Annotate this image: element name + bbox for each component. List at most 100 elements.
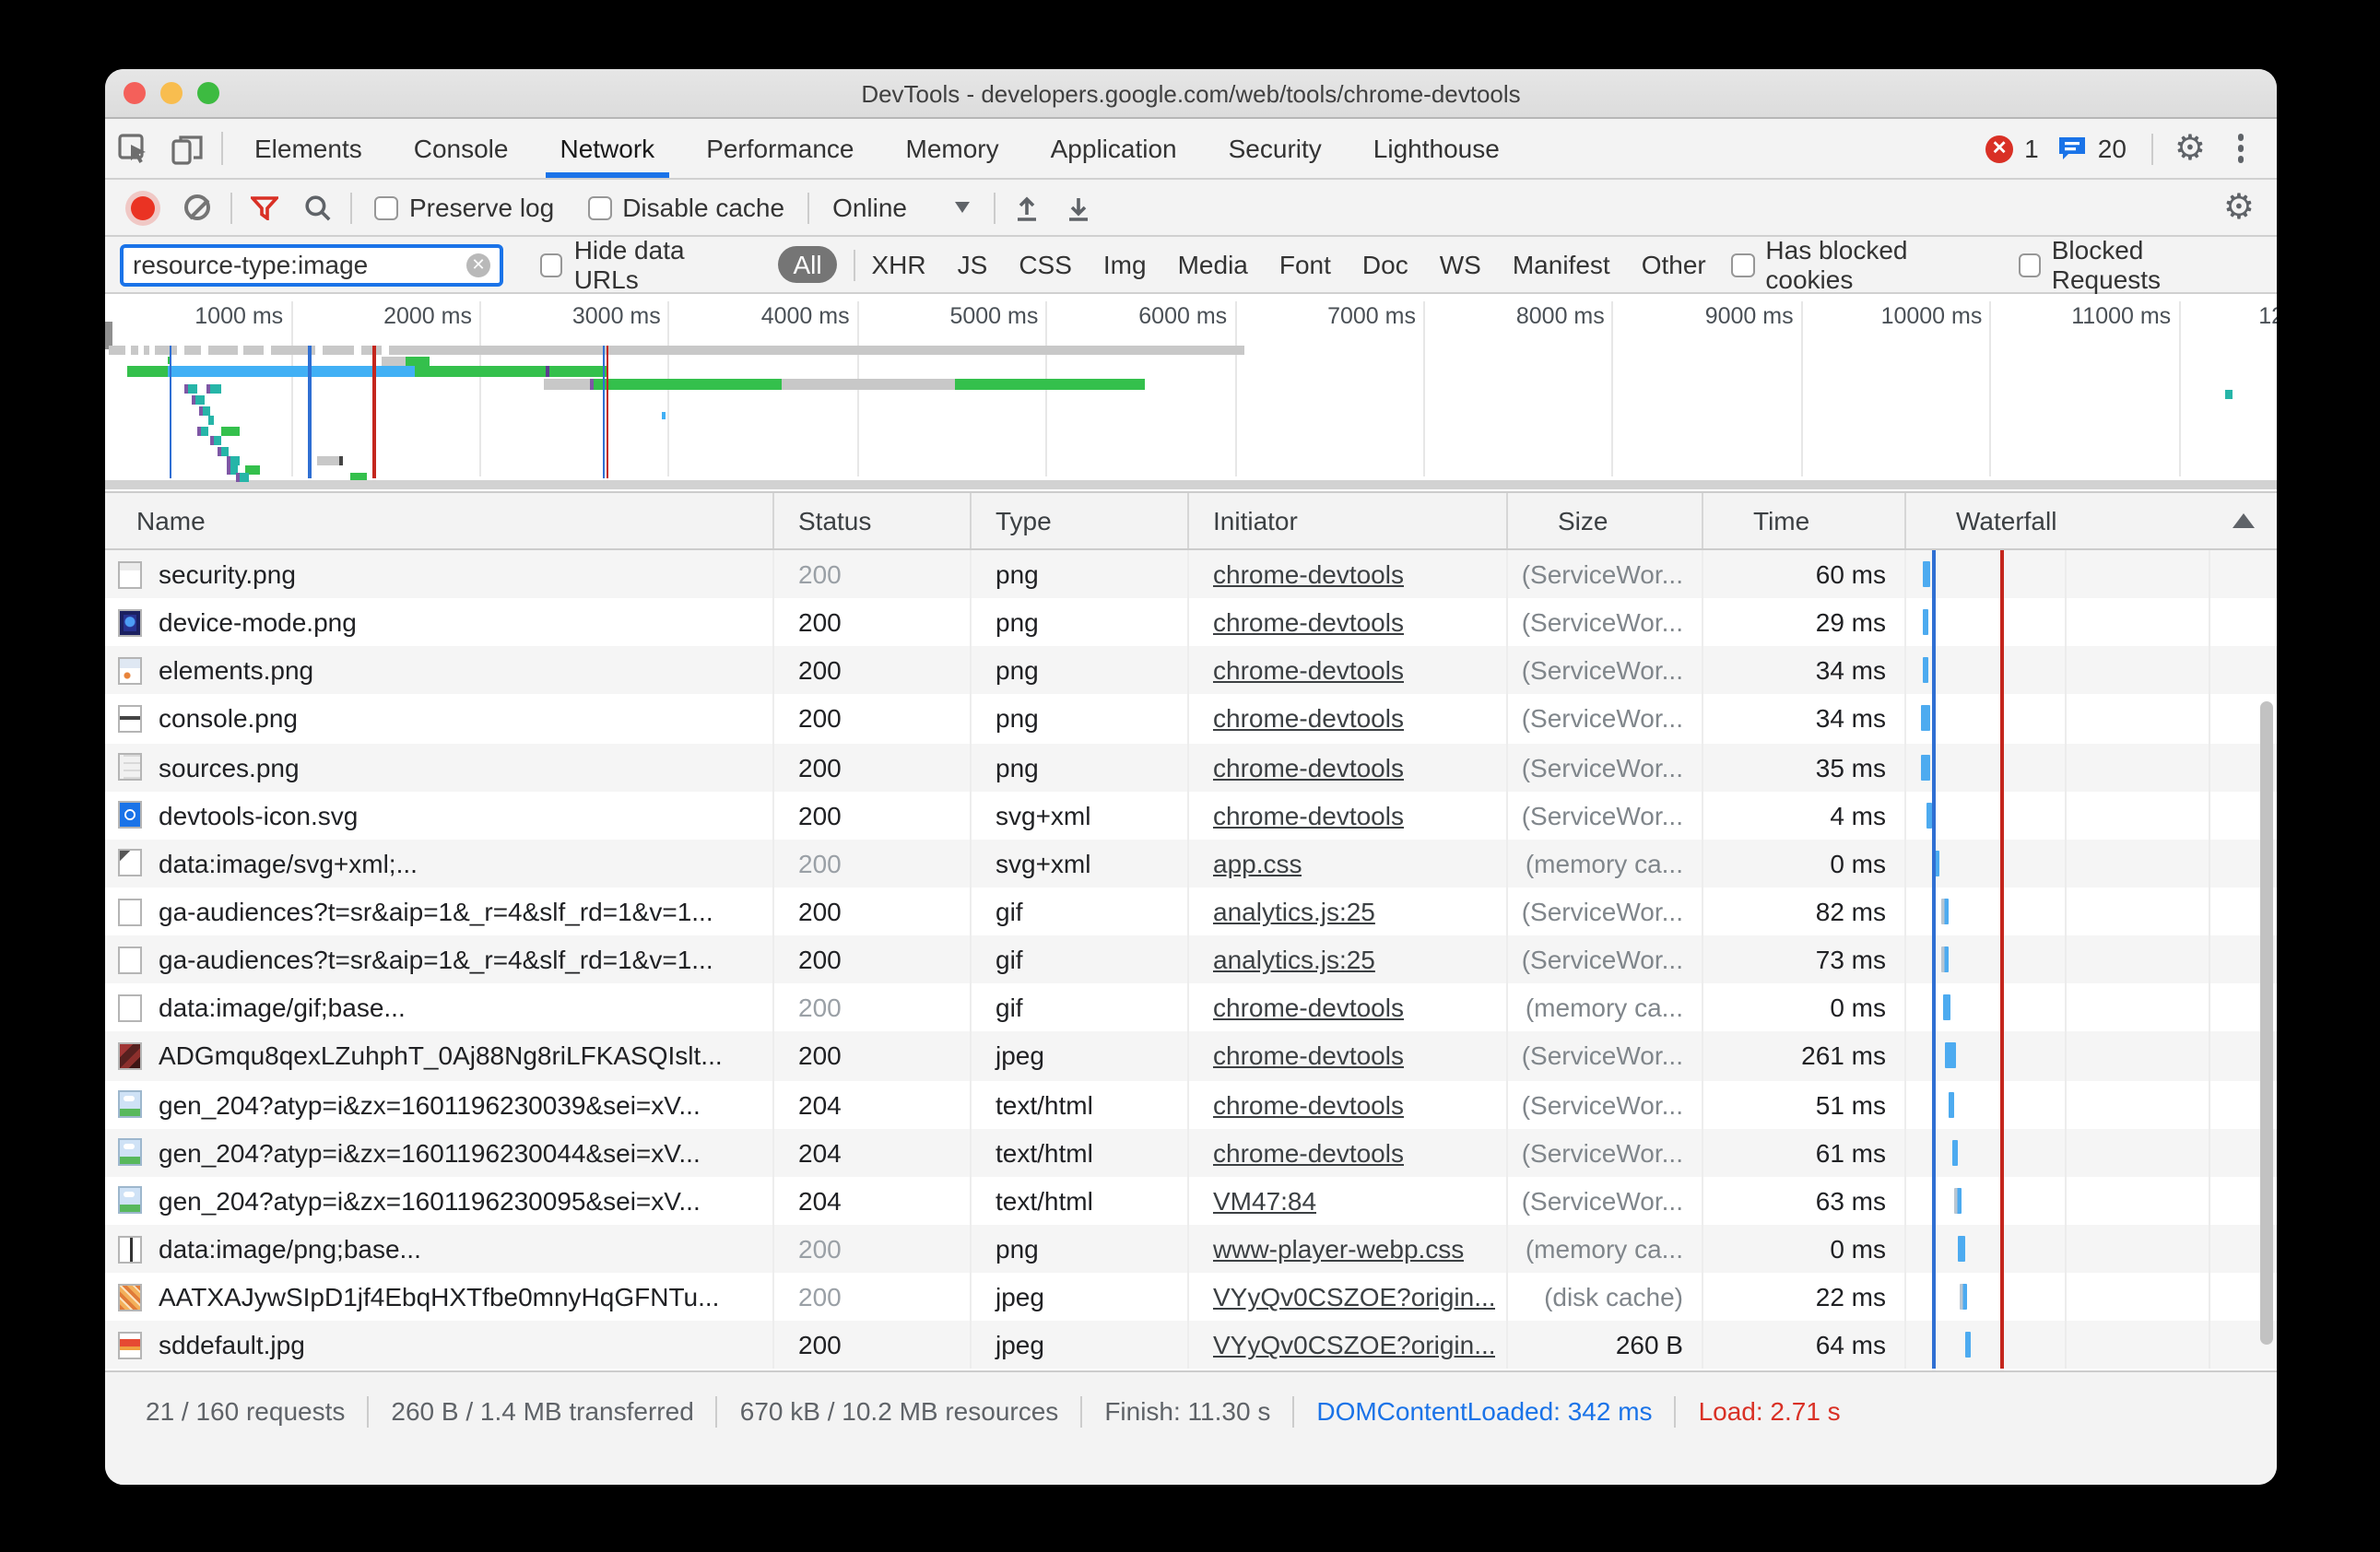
initiator-link[interactable]: analytics.js:25 [1213, 945, 1375, 974]
clear-network-log-icon[interactable] [184, 194, 210, 220]
request-name-cell[interactable]: gen_204?atyp=i&zx=1601196230095&sei=xV..… [105, 1177, 774, 1225]
request-waterfall-cell[interactable] [1906, 1273, 2277, 1321]
filter-chip-css[interactable]: CSS [1019, 250, 1072, 279]
filter-chip-doc[interactable]: Doc [1362, 250, 1408, 279]
device-toolbar-icon[interactable] [160, 119, 216, 178]
hide-data-urls-checkbox[interactable]: Hide data URLs [525, 235, 760, 294]
filter-chip-media[interactable]: Media [1178, 250, 1248, 279]
issues-count[interactable]: 20 [2098, 134, 2127, 163]
initiator-link[interactable]: chrome-devtools [1213, 1138, 1404, 1168]
initiator-link[interactable]: VYyQv0CSZOE?origin... [1213, 1282, 1496, 1311]
request-waterfall-cell[interactable] [1906, 984, 2277, 1032]
initiator-link[interactable]: chrome-devtools [1213, 1089, 1404, 1119]
request-name-cell[interactable]: security.png [105, 550, 774, 598]
request-row[interactable]: ADGmqu8qexLZuhphT_0Aj88Ng8riLFKASQIslt..… [105, 1032, 2277, 1080]
initiator-link[interactable]: www-player-webp.css [1213, 1234, 1464, 1264]
network-overview-timeline[interactable]: 1000 ms2000 ms3000 ms4000 ms5000 ms6000 … [105, 294, 2277, 493]
request-name-cell[interactable]: sources.png [105, 743, 774, 791]
request-name-cell[interactable]: data:image/gif;base... [105, 984, 774, 1032]
request-row[interactable]: console.png 200 png chrome-devtools (Ser… [105, 695, 2277, 743]
request-name-cell[interactable]: console.png [105, 695, 774, 743]
filter-chip-js[interactable]: JS [958, 250, 988, 279]
tab-application[interactable]: Application [1025, 119, 1203, 178]
filter-chip-img[interactable]: Img [1103, 250, 1147, 279]
request-name-cell[interactable]: ADGmqu8qexLZuhphT_0Aj88Ng8riLFKASQIslt..… [105, 1032, 774, 1080]
request-name-cell[interactable]: devtools-icon.svg [105, 791, 774, 839]
request-row[interactable]: data:image/png;base... 200 png www-playe… [105, 1225, 2277, 1273]
initiator-link[interactable]: VM47:84 [1213, 1186, 1316, 1216]
initiator-link[interactable]: chrome-devtools [1213, 607, 1404, 637]
column-header-status[interactable]: Status [774, 493, 972, 548]
filter-icon[interactable] [238, 195, 291, 219]
initiator-link[interactable]: chrome-devtools [1213, 559, 1404, 589]
vertical-scrollbar[interactable] [2260, 701, 2273, 1345]
more-options-icon[interactable] [2219, 135, 2262, 163]
error-badge-icon[interactable]: ✕ [1985, 135, 2013, 162]
request-waterfall-cell[interactable] [1906, 743, 2277, 791]
filter-chip-xhr[interactable]: XHR [872, 250, 926, 279]
has-blocked-cookies-checkbox[interactable]: Has blocked cookies [1717, 235, 2003, 294]
request-row[interactable]: devtools-icon.svg 200 svg+xml chrome-dev… [105, 791, 2277, 839]
request-name-cell[interactable]: gen_204?atyp=i&zx=1601196230039&sei=xV..… [105, 1080, 774, 1128]
column-header-initiator[interactable]: Initiator [1189, 493, 1508, 548]
initiator-link[interactable]: app.css [1213, 849, 1302, 878]
tab-elements[interactable]: Elements [229, 119, 388, 178]
checkbox[interactable] [1732, 253, 1755, 276]
request-row[interactable]: elements.png 200 png chrome-devtools (Se… [105, 647, 2277, 695]
filter-chip-other[interactable]: Other [1642, 250, 1706, 279]
initiator-link[interactable]: chrome-devtools [1213, 704, 1404, 734]
request-row[interactable]: security.png 200 png chrome-devtools (Se… [105, 550, 2277, 598]
export-har-icon[interactable] [1053, 194, 1104, 221]
disable-cache-checkbox[interactable]: Disable cache [571, 193, 801, 222]
request-waterfall-cell[interactable] [1906, 935, 2277, 983]
initiator-link[interactable]: chrome-devtools [1213, 656, 1404, 686]
filter-chip-manifest[interactable]: Manifest [1513, 250, 1610, 279]
request-row[interactable]: gen_204?atyp=i&zx=1601196230039&sei=xV..… [105, 1080, 2277, 1128]
request-waterfall-cell[interactable] [1906, 695, 2277, 743]
request-waterfall-cell[interactable] [1906, 1225, 2277, 1273]
tab-performance[interactable]: Performance [680, 119, 879, 178]
checkbox[interactable] [2018, 253, 2041, 276]
checkbox[interactable] [374, 195, 398, 219]
column-header-time[interactable]: Time [1703, 493, 1906, 548]
request-row[interactable]: device-mode.png 200 png chrome-devtools … [105, 598, 2277, 646]
request-name-cell[interactable]: data:image/svg+xml;... [105, 840, 774, 888]
filter-input[interactable] [133, 250, 466, 279]
request-waterfall-cell[interactable] [1906, 1128, 2277, 1176]
tab-lighthouse[interactable]: Lighthouse [1348, 119, 1526, 178]
column-header-size[interactable]: Size [1508, 493, 1703, 548]
settings-gear-icon[interactable]: ⚙ [2162, 131, 2219, 166]
request-row[interactable]: ga-audiences?t=sr&aip=1&_r=4&slf_rd=1&v=… [105, 888, 2277, 935]
tab-memory[interactable]: Memory [880, 119, 1025, 178]
request-row[interactable]: sddefault.jpg 200 jpeg VYyQv0CSZOE?origi… [105, 1322, 2277, 1370]
preserve-log-checkbox[interactable]: Preserve log [358, 193, 571, 222]
import-har-icon[interactable] [1001, 194, 1053, 221]
blocked-requests-checkbox[interactable]: Blocked Requests [2003, 235, 2262, 294]
record-network-log-button[interactable] [131, 195, 155, 219]
request-name-cell[interactable]: elements.png [105, 647, 774, 695]
issues-icon[interactable] [2057, 135, 2087, 161]
request-name-cell[interactable]: data:image/png;base... [105, 1225, 774, 1273]
checkbox[interactable] [587, 195, 611, 219]
error-count[interactable]: 1 [2024, 134, 2039, 163]
request-waterfall-cell[interactable] [1906, 840, 2277, 888]
checkbox[interactable] [540, 253, 563, 276]
request-waterfall-cell[interactable] [1906, 1032, 2277, 1080]
request-row[interactable]: ga-audiences?t=sr&aip=1&_r=4&slf_rd=1&v=… [105, 935, 2277, 983]
tab-network[interactable]: Network [534, 119, 680, 178]
column-header-type[interactable]: Type [972, 493, 1189, 548]
initiator-link[interactable]: chrome-devtools [1213, 994, 1404, 1023]
request-row[interactable]: gen_204?atyp=i&zx=1601196230095&sei=xV..… [105, 1177, 2277, 1225]
request-waterfall-cell[interactable] [1906, 550, 2277, 598]
initiator-link[interactable]: chrome-devtools [1213, 752, 1404, 782]
throttling-select[interactable]: Online [814, 193, 988, 222]
request-row[interactable]: sources.png 200 png chrome-devtools (Ser… [105, 743, 2277, 791]
column-header-name[interactable]: Name [105, 493, 774, 548]
request-row[interactable]: data:image/gif;base... 200 gif chrome-de… [105, 984, 2277, 1032]
request-waterfall-cell[interactable] [1906, 1080, 2277, 1128]
search-icon[interactable] [291, 194, 345, 221]
column-header-waterfall[interactable]: Waterfall [1906, 493, 2277, 548]
request-waterfall-cell[interactable] [1906, 1177, 2277, 1225]
filter-all-pill[interactable]: All [779, 246, 837, 283]
request-name-cell[interactable]: device-mode.png [105, 598, 774, 646]
